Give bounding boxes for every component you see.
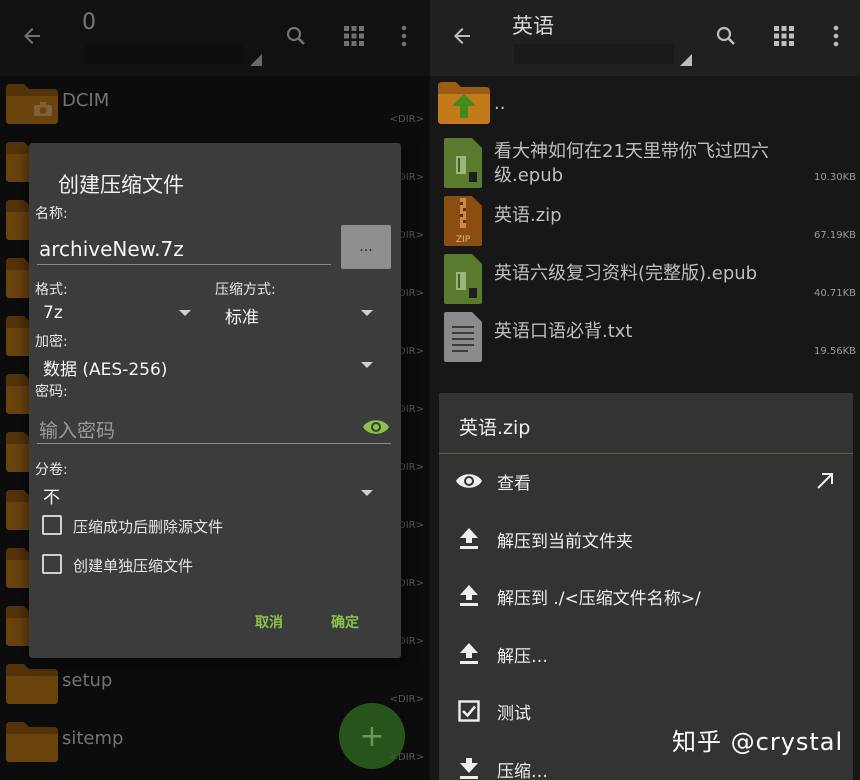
add-fab-button[interactable]: + bbox=[339, 703, 405, 769]
method-select[interactable]: 标准 bbox=[225, 303, 259, 328]
extract-icon bbox=[455, 582, 483, 610]
file-row[interactable]: 英语六级复习资料(完整版).epub 40.71KB bbox=[430, 248, 860, 306]
context-menu-item[interactable]: 解压… bbox=[439, 626, 853, 682]
password-label: 密码: bbox=[35, 384, 68, 400]
split-select[interactable]: 不 bbox=[43, 483, 60, 508]
context-menu-item[interactable]: 解压到 ./<压缩文件名称>/ bbox=[439, 568, 853, 624]
context-menu-item[interactable]: 解压到当前文件夹 bbox=[439, 511, 853, 567]
extract-icon bbox=[455, 525, 483, 553]
method-label: 压缩方式: bbox=[215, 282, 276, 298]
file-size: 19.56KB bbox=[813, 346, 856, 357]
path-title: 英语 bbox=[512, 14, 554, 38]
encryption-dropdown-icon[interactable] bbox=[361, 362, 373, 368]
context-menu-label: 查看 bbox=[497, 474, 531, 494]
format-dropdown-icon[interactable] bbox=[179, 310, 191, 316]
back-arrow-icon[interactable] bbox=[448, 22, 476, 50]
grid-view-icon[interactable] bbox=[770, 22, 798, 50]
epub-file-icon bbox=[444, 138, 482, 188]
file-row[interactable]: ZIP 英语.zip 67.19KB bbox=[430, 190, 860, 248]
file-row[interactable]: .. bbox=[430, 76, 860, 134]
zip-file-icon: ZIP bbox=[444, 196, 482, 246]
name-label: 名称: bbox=[35, 206, 68, 222]
create-archive-dialog: 创建压缩文件 名称: archiveNew.7z ... 格式: 7z 压缩方式… bbox=[29, 143, 401, 658]
file-name: 英语.zip bbox=[494, 205, 562, 226]
password-underline bbox=[37, 443, 391, 444]
delete-source-label: 压缩成功后删除源文件 bbox=[73, 518, 224, 536]
right-toolbar: 英语 bbox=[430, 0, 860, 76]
context-menu-label: 解压到当前文件夹 bbox=[497, 531, 633, 552]
encryption-select[interactable]: 数据 (AES-256) bbox=[43, 355, 167, 380]
parent-folder-icon bbox=[438, 82, 490, 130]
method-dropdown-icon[interactable] bbox=[361, 310, 373, 316]
open-external-icon[interactable] bbox=[815, 471, 835, 491]
dropdown-corner-icon bbox=[680, 54, 692, 66]
epub-file-icon bbox=[444, 254, 482, 304]
context-menu-item[interactable]: 查看 bbox=[439, 453, 853, 509]
more-vertical-icon[interactable] bbox=[822, 22, 850, 50]
cancel-button[interactable]: 取消 bbox=[255, 612, 283, 632]
extract-icon bbox=[455, 640, 483, 668]
file-name: .. bbox=[494, 93, 506, 114]
checkbox-icon bbox=[455, 697, 483, 725]
archive-name-input[interactable]: archiveNew.7z bbox=[39, 237, 184, 261]
context-menu-label: 解压… bbox=[497, 646, 548, 667]
text-file-icon bbox=[444, 312, 482, 362]
file-row[interactable]: 看大神如何在21天里带你飞过四六级.epub 10.30KB bbox=[430, 132, 860, 190]
path-selector[interactable]: 英语 bbox=[512, 10, 692, 68]
browse-button[interactable]: ... bbox=[341, 225, 391, 269]
encryption-label: 加密: bbox=[35, 334, 68, 350]
ok-button[interactable]: 确定 bbox=[331, 612, 359, 632]
file-name: 英语六级复习资料(完整版).epub bbox=[494, 263, 758, 284]
show-password-eye-icon[interactable] bbox=[361, 416, 391, 438]
file-name: 英语口语必背.txt bbox=[494, 321, 633, 342]
context-menu-title: 英语.zip bbox=[459, 417, 531, 439]
delete-source-checkbox[interactable] bbox=[42, 515, 62, 535]
compress-icon bbox=[455, 755, 483, 780]
file-size: 10.30KB bbox=[813, 172, 856, 183]
context-menu-label: 测试 bbox=[497, 704, 531, 724]
svg-text:ZIP: ZIP bbox=[456, 235, 471, 245]
password-input[interactable]: 输入密码 bbox=[39, 416, 115, 443]
split-label: 分卷: bbox=[35, 462, 68, 478]
context-menu-label: 解压到 ./<压缩文件名称>/ bbox=[497, 589, 701, 609]
format-select[interactable]: 7z bbox=[43, 303, 63, 323]
path-bar bbox=[514, 44, 674, 64]
split-dropdown-icon[interactable] bbox=[361, 490, 373, 496]
file-size: 40.71KB bbox=[813, 288, 856, 299]
file-name: 看大神如何在21天里带你飞过四六级.epub bbox=[494, 141, 769, 186]
file-size: 67.19KB bbox=[813, 230, 856, 241]
context-menu-label: 压缩… bbox=[497, 761, 548, 780]
plus-icon: + bbox=[359, 718, 385, 754]
single-archive-label: 创建单独压缩文件 bbox=[73, 557, 194, 575]
file-row[interactable]: 英语口语必背.txt 19.56KB bbox=[430, 306, 860, 364]
single-archive-checkbox[interactable] bbox=[42, 554, 62, 574]
name-underline bbox=[37, 264, 331, 265]
watermark: 知乎 @crystal bbox=[672, 728, 844, 756]
format-label: 格式: bbox=[35, 282, 68, 298]
dialog-title: 创建压缩文件 bbox=[58, 173, 184, 197]
eye-icon bbox=[455, 467, 483, 495]
search-icon[interactable] bbox=[712, 22, 740, 50]
